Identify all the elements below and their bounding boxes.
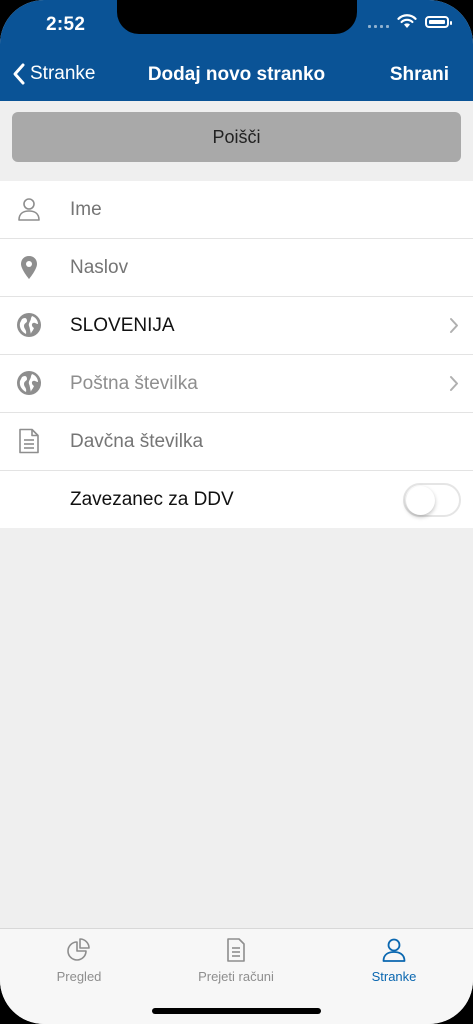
tab-label: Pregled [56,969,102,984]
person-icon [18,198,40,221]
save-button[interactable]: Shrani [390,64,449,86]
chevron-right-icon [450,376,458,391]
status-time: 2:52 [46,14,86,35]
phone-screen: 2:52 Stranke Dodaj novo stranko Shrani P… [0,0,473,1024]
address-input[interactable] [70,239,430,296]
address-row [0,239,473,297]
tax-number-input[interactable] [70,413,430,470]
postal-row[interactable]: Poštna številka [0,355,473,413]
location-pin-icon [21,256,37,279]
status-icons [368,14,452,29]
name-row [0,181,473,239]
header: 2:52 Stranke Dodaj novo stranko Shrani [0,0,473,101]
person-icon [382,938,406,962]
vat-row: Zavezanec za DDV [0,471,473,528]
chevron-right-icon [450,318,458,333]
postal-code-field: Poštna številka [70,373,198,394]
tax-number-row [0,413,473,471]
battery-icon [425,15,452,28]
tab-label: Prejeti računi [198,969,274,984]
notch [117,0,357,34]
tab-received-invoices[interactable]: Prejeti računi [166,937,306,997]
tab-label: Stranke [371,969,417,984]
globe-icon [17,371,41,395]
country-value: SLOVENIJA [70,315,175,336]
vat-toggle[interactable] [403,483,461,517]
search-button[interactable]: Poišči [12,112,461,162]
customer-form: SLOVENIJA Poštna številka [0,181,473,528]
tab-customers[interactable]: Stranke [324,937,464,997]
country-row[interactable]: SLOVENIJA [0,297,473,355]
cellular-signal-icon [368,16,389,28]
home-indicator [152,1008,321,1014]
document-icon [19,428,39,454]
vat-label: Zavezanec za DDV [70,489,234,510]
document-icon [227,938,245,962]
wifi-icon [397,14,417,28]
navigation-bar: Stranke Dodaj novo stranko Shrani [0,56,473,96]
globe-icon [17,313,41,337]
name-input[interactable] [70,181,430,238]
tab-overview[interactable]: Pregled [9,937,149,997]
pie-chart-icon [67,938,90,961]
